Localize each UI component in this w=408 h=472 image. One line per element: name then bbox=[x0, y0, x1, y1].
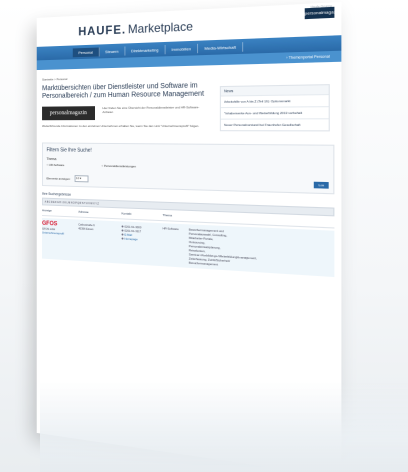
breadcrumb[interactable]: Startseite > Personal bbox=[42, 74, 211, 81]
homepage-link[interactable]: Homepage bbox=[121, 236, 163, 242]
count-row: Elemente anzeigen: 10 ▾ Los bbox=[47, 175, 329, 189]
services-cell: Bewerbermanagement und Personalauswahl, … bbox=[188, 227, 257, 267]
phone-icon bbox=[121, 225, 124, 228]
tab-personal[interactable]: Personal bbox=[72, 46, 100, 57]
tab-direktmarketing[interactable]: Direktmarketing bbox=[125, 44, 166, 56]
radio-hr-software[interactable]: ○ HR-Software bbox=[47, 163, 65, 167]
count-label: Elemente anzeigen: bbox=[46, 175, 71, 181]
radio-personaldienstleistungen[interactable]: ○ Personaldienstleistungen bbox=[101, 164, 136, 169]
header-thema: Thema bbox=[162, 212, 172, 218]
header-kontakt: Kontakt bbox=[121, 211, 132, 216]
count-value: 10 bbox=[76, 176, 80, 181]
globe-icon bbox=[121, 237, 124, 240]
contact-cell: 0201-61-3000 0201-61-3117 E-Mail Homepag… bbox=[121, 224, 163, 263]
themenportal-link[interactable]: › Themenportal Personal bbox=[286, 54, 330, 60]
filter-panel: Filtern Sie Ihre Suche! Thema ○ HR-Softw… bbox=[42, 142, 335, 195]
tab-steuern[interactable]: Steuern bbox=[99, 46, 126, 56]
intro-paragraph-2: Weiterführende Informationen zu den einz… bbox=[42, 123, 200, 129]
intro: personalmagazin Hier finden Sie eine Übe… bbox=[42, 105, 211, 121]
company-profile-link[interactable]: Unternehmensprofil bbox=[42, 231, 78, 237]
table-row: GFOS GFOS mbH Unternehmensprofil Cathost… bbox=[42, 217, 335, 278]
news-box: News Arbeitshilfe von A bis Z (Teil 16):… bbox=[219, 84, 330, 132]
address-cell: Cathostraße 6 45356 Essen bbox=[78, 222, 121, 260]
filter-title: Filtern Sie Ihre Suche! bbox=[46, 147, 92, 154]
main-column: Startseite > Personal Marktübersichten ü… bbox=[42, 72, 211, 136]
news-item[interactable]: "Inhabersenke Aus- und Weiterbildung 201… bbox=[220, 106, 329, 119]
company-cell: GFOS GFOS mbH Unternehmensprofil bbox=[42, 221, 78, 258]
fax-icon bbox=[121, 229, 124, 232]
page-title: Marktübersichten über Dienstleister und … bbox=[42, 82, 205, 100]
intro-paragraph-1: Hier finden Sie eine Übersicht der Perso… bbox=[102, 105, 200, 115]
topic-cell: HR-Software bbox=[162, 226, 179, 232]
news-sidebar: News Arbeitshilfe von A bis Z (Teil 16):… bbox=[219, 84, 330, 136]
header-anzeige: Anzeige bbox=[42, 208, 52, 213]
tab-immobilien[interactable]: Immobilien bbox=[165, 43, 199, 54]
intro-text: Hier finden Sie eine Übersicht der Perso… bbox=[102, 105, 211, 120]
radio-label: Personaldienstleistungen bbox=[103, 163, 137, 169]
address-line: 45356 Essen bbox=[78, 226, 94, 232]
submit-button[interactable]: Los bbox=[313, 181, 329, 189]
radio-label: HR-Software bbox=[48, 162, 65, 168]
results-section: Ihre Suchergebnisse ABCDEFGHIJKLMNOPQRST… bbox=[42, 192, 335, 278]
header-adresse: Adresse bbox=[78, 209, 89, 215]
floor-reflection bbox=[40, 380, 408, 472]
tab-media[interactable]: Media-Wirtschaft bbox=[198, 41, 244, 53]
personalmagazin-logo: personalmagazin bbox=[42, 106, 95, 121]
brand-logo[interactable]: HAUFE. Marketplace bbox=[78, 19, 193, 38]
news-item[interactable]: Neuer Personalvorstand bei Fraunhofer-Ge… bbox=[220, 118, 329, 131]
logo-sub: Marketplace bbox=[127, 19, 193, 37]
content: Startseite > Personal Marktübersichten ü… bbox=[37, 62, 342, 136]
personalmagazin-badge[interactable]: personalmagazin bbox=[304, 6, 340, 20]
stage: HAUFE. Marketplace Haufe Gruppe personalm… bbox=[0, 0, 408, 472]
homepage-label: Homepage bbox=[124, 236, 138, 242]
logo-main: HAUFE. bbox=[78, 22, 127, 39]
email-icon bbox=[121, 233, 124, 236]
count-select[interactable]: 10 ▾ bbox=[74, 175, 89, 183]
news-item[interactable]: Arbeitshilfe von A bis Z (Teil 16): Opti… bbox=[220, 94, 329, 108]
